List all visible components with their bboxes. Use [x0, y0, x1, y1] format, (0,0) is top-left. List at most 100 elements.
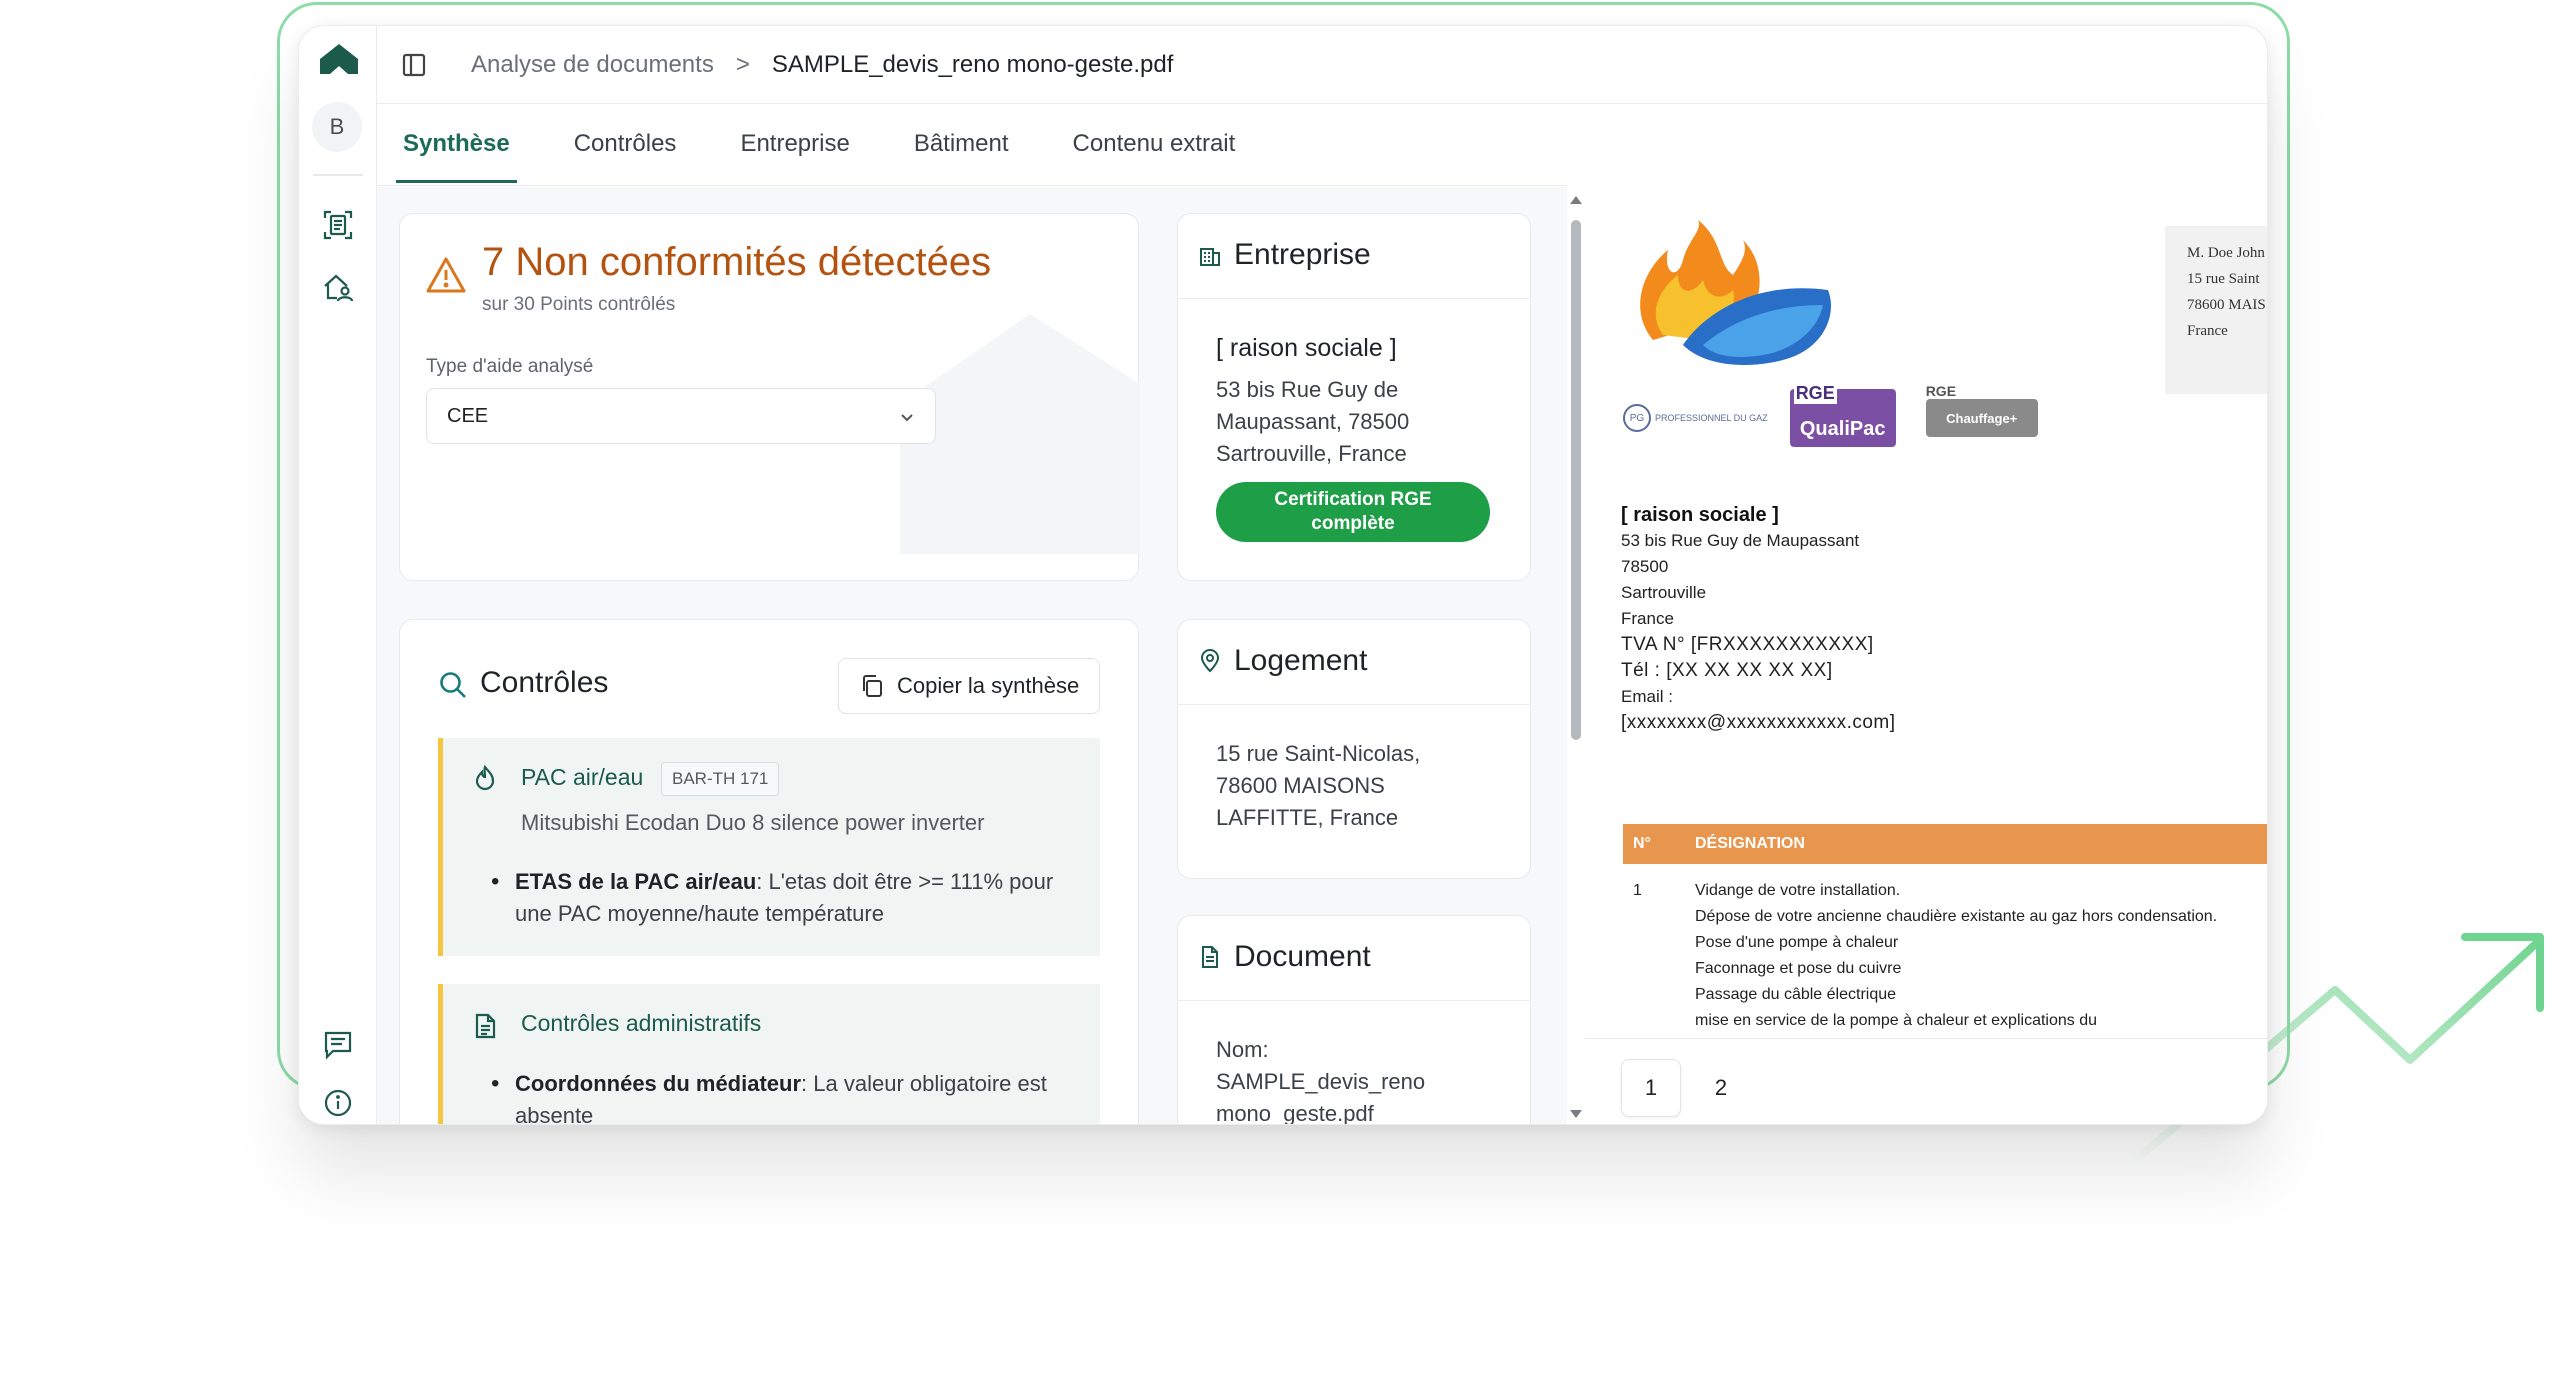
divider — [1178, 1000, 1530, 1001]
nav-rail: B — [299, 26, 377, 1124]
pdf-table-header: N° DÉSIGNATION — [1623, 824, 2267, 864]
aid-type-value: CEE — [447, 405, 489, 427]
pdf-pagination: 1 2 — [1585, 1038, 2267, 1124]
rge-badge-line1: Certification RGE — [1274, 489, 1432, 510]
synthesis-panel: 7 Non conformités détectées sur 30 Point… — [377, 187, 1569, 1124]
scroll-down-arrow-icon[interactable] — [1569, 1108, 1583, 1120]
controls-card: Contrôles Copier la synthèse PAC air/eau… — [399, 619, 1139, 1124]
nonconformity-card: 7 Non conformités détectées sur 30 Point… — [399, 213, 1140, 581]
avatar[interactable]: B — [312, 102, 362, 152]
aid-type-label: Type d'aide analysé — [426, 356, 594, 377]
sidebar-toggle-icon[interactable] — [401, 52, 427, 78]
pdf-company-name: [ raison sociale ] — [1621, 504, 1779, 526]
housing-address-line1: 15 rue Saint-Nicolas, — [1216, 741, 1421, 766]
professionnel-du-gaz-logo: PG PROFESSIONNEL DU GAZ — [1623, 404, 1768, 432]
housing-address-line3: LAFFITTE, France — [1216, 805, 1399, 830]
tab-batiment[interactable]: Bâtiment — [914, 104, 1009, 185]
controls-title: Contrôles — [480, 666, 609, 699]
heat-pump-icon — [475, 764, 495, 791]
recipient-line: M. Doe John — [2187, 245, 2265, 261]
col-designation: DÉSIGNATION — [1695, 835, 1805, 852]
chauffage-plus-logo: RGE Chauffage+ — [1925, 383, 2038, 437]
page-button-1[interactable]: 1 — [1621, 1059, 1681, 1117]
company-address-line2: Maupassant, 78500 — [1216, 409, 1410, 434]
breadcrumb-root[interactable]: Analyse de documents — [471, 51, 714, 79]
recipient-line: 15 rue Saint — [2187, 271, 2260, 287]
document-name-label: Nom: — [1216, 1037, 1269, 1062]
row-line: Faconnage et pose du cuivre — [1695, 960, 1902, 977]
copy-synthesis-label: Copier la synthèse — [897, 673, 1080, 698]
company-title: Entreprise — [1234, 238, 1371, 271]
page-button-2[interactable]: 2 — [1691, 1059, 1751, 1117]
finding-label: Coordonnées du médiateur — [515, 1071, 802, 1096]
pdf-preview[interactable]: M. Doe John 15 rue Saint 78600 MAIS Fran… — [1585, 188, 2267, 1124]
aid-type-select[interactable]: CEE — [426, 388, 936, 444]
house-watermark-icon — [900, 314, 1140, 554]
certification-logos: PG PROFESSIONNEL DU GAZ RGE QualiPac RGE Ch… — [1623, 383, 2038, 448]
row-line: mise en service de la pompe à chaleur et… — [1695, 1012, 2097, 1029]
document-name-value: SAMPLE_devis_reno — [1216, 1069, 1426, 1094]
home-logo-icon[interactable] — [318, 42, 360, 76]
divider — [1178, 704, 1530, 705]
info-icon[interactable] — [321, 1086, 355, 1120]
company-card: Entreprise [ raison sociale ] 53 bis Rue… — [1177, 213, 1531, 581]
tab-bar: Synthèse Contrôles Entreprise Bâtiment C… — [377, 104, 1567, 186]
company-address-line3: Sartrouville, France — [1216, 441, 1407, 466]
company-address-line1: 53 bis Rue Guy de — [1216, 377, 1399, 402]
document-card: Document Nom: SAMPLE_devis_reno mono_ges… — [1177, 915, 1531, 1125]
tab-controles[interactable]: Contrôles — [574, 104, 677, 185]
scrollbar[interactable] — [1567, 188, 1585, 1124]
row-line: Passage du câble électrique — [1695, 986, 1897, 1003]
document-icon — [475, 1013, 496, 1039]
file-icon — [1202, 946, 1218, 968]
chevron-down-icon — [901, 414, 913, 422]
document-name-value-cont: mono_geste.pdf — [1216, 1101, 1374, 1125]
company-logo-flame-drop — [1640, 220, 1831, 365]
document-title: Document — [1234, 940, 1371, 973]
company-header: Entreprise — [1198, 238, 1371, 272]
document-scan-icon[interactable] — [321, 208, 355, 242]
control-item-pac[interactable]: PAC air/eau BAR-TH 171 Mitsubishi Ecodan… — [438, 738, 1100, 956]
control-finding: Coordonnées du médiateur: La valeur obli… — [491, 1068, 1085, 1124]
row-line: Vidange de votre installation. — [1695, 882, 1901, 899]
housing-header: Logement — [1198, 644, 1367, 678]
chat-icon[interactable] — [321, 1028, 355, 1062]
tab-entreprise[interactable]: Entreprise — [740, 104, 849, 185]
nonconformity-title: 7 Non conformités détectées — [482, 240, 992, 284]
breadcrumb-current: SAMPLE_devis_reno mono-geste.pdf — [771, 50, 1174, 78]
row-line: Pose d'une pompe à chaleur — [1695, 934, 1899, 951]
tab-synthese[interactable]: Synthèse — [396, 104, 517, 185]
document-header: Document — [1198, 940, 1371, 974]
recipient-line: France — [2187, 323, 2228, 339]
pdf-tel: Tél : [XX XX XX XX XX] — [1621, 660, 1833, 681]
pdf-company-line: Sartrouville — [1621, 583, 1707, 602]
pdf-company-block: [ raison sociale ] 53 bis Rue Guy de Mau… — [1621, 502, 1896, 736]
finding-label: ETAS de la PAC air/eau — [515, 869, 757, 894]
control-item-admin[interactable]: Contrôles administratifs Coordonnées du … — [438, 984, 1100, 1124]
top-bar: Analyse de documents > SAMPLE_devis_reno… — [377, 26, 2267, 104]
company-name: [ raison sociale ] — [1216, 334, 1397, 362]
pdf-email-label: Email : — [1621, 687, 1673, 706]
copy-icon — [863, 675, 882, 697]
building-icon — [1200, 248, 1220, 266]
copy-synthesis-button[interactable]: Copier la synthèse — [838, 658, 1100, 714]
housing-title: Logement — [1234, 644, 1368, 677]
row-number: 1 — [1633, 882, 1642, 899]
housing-address-line2: 78600 MAISONS — [1216, 773, 1385, 798]
scroll-up-arrow-icon[interactable] — [1569, 194, 1583, 206]
col-num: N° — [1633, 835, 1651, 852]
rge-certification-badge: Certification RGE complète — [1216, 482, 1490, 542]
location-pin-icon — [1200, 649, 1220, 673]
qualipac-logo: RGE QualiPac — [1789, 383, 1896, 447]
pdf-email-value: [xxxxxxxx@xxxxxxxxxxxx.com] — [1621, 712, 1896, 733]
house-user-icon[interactable] — [321, 270, 355, 304]
recipient-line: 78600 MAIS — [2187, 297, 2266, 313]
control-item-name: Contrôles administratifs — [521, 1010, 762, 1036]
rge-badge-line2: complète — [1311, 513, 1395, 534]
tab-contenu-extrait[interactable]: Contenu extrait — [1073, 104, 1236, 185]
control-finding: ETAS de la PAC air/eau: L'etas doit être… — [491, 866, 1085, 930]
pdf-company-line: 78500 — [1621, 557, 1669, 576]
scrollbar-thumb[interactable] — [1571, 220, 1581, 740]
recipient-address-block: M. Doe John 15 rue Saint 78600 MAIS Fran… — [2165, 226, 2267, 394]
nonconformity-subtitle: sur 30 Points contrôlés — [482, 294, 676, 315]
